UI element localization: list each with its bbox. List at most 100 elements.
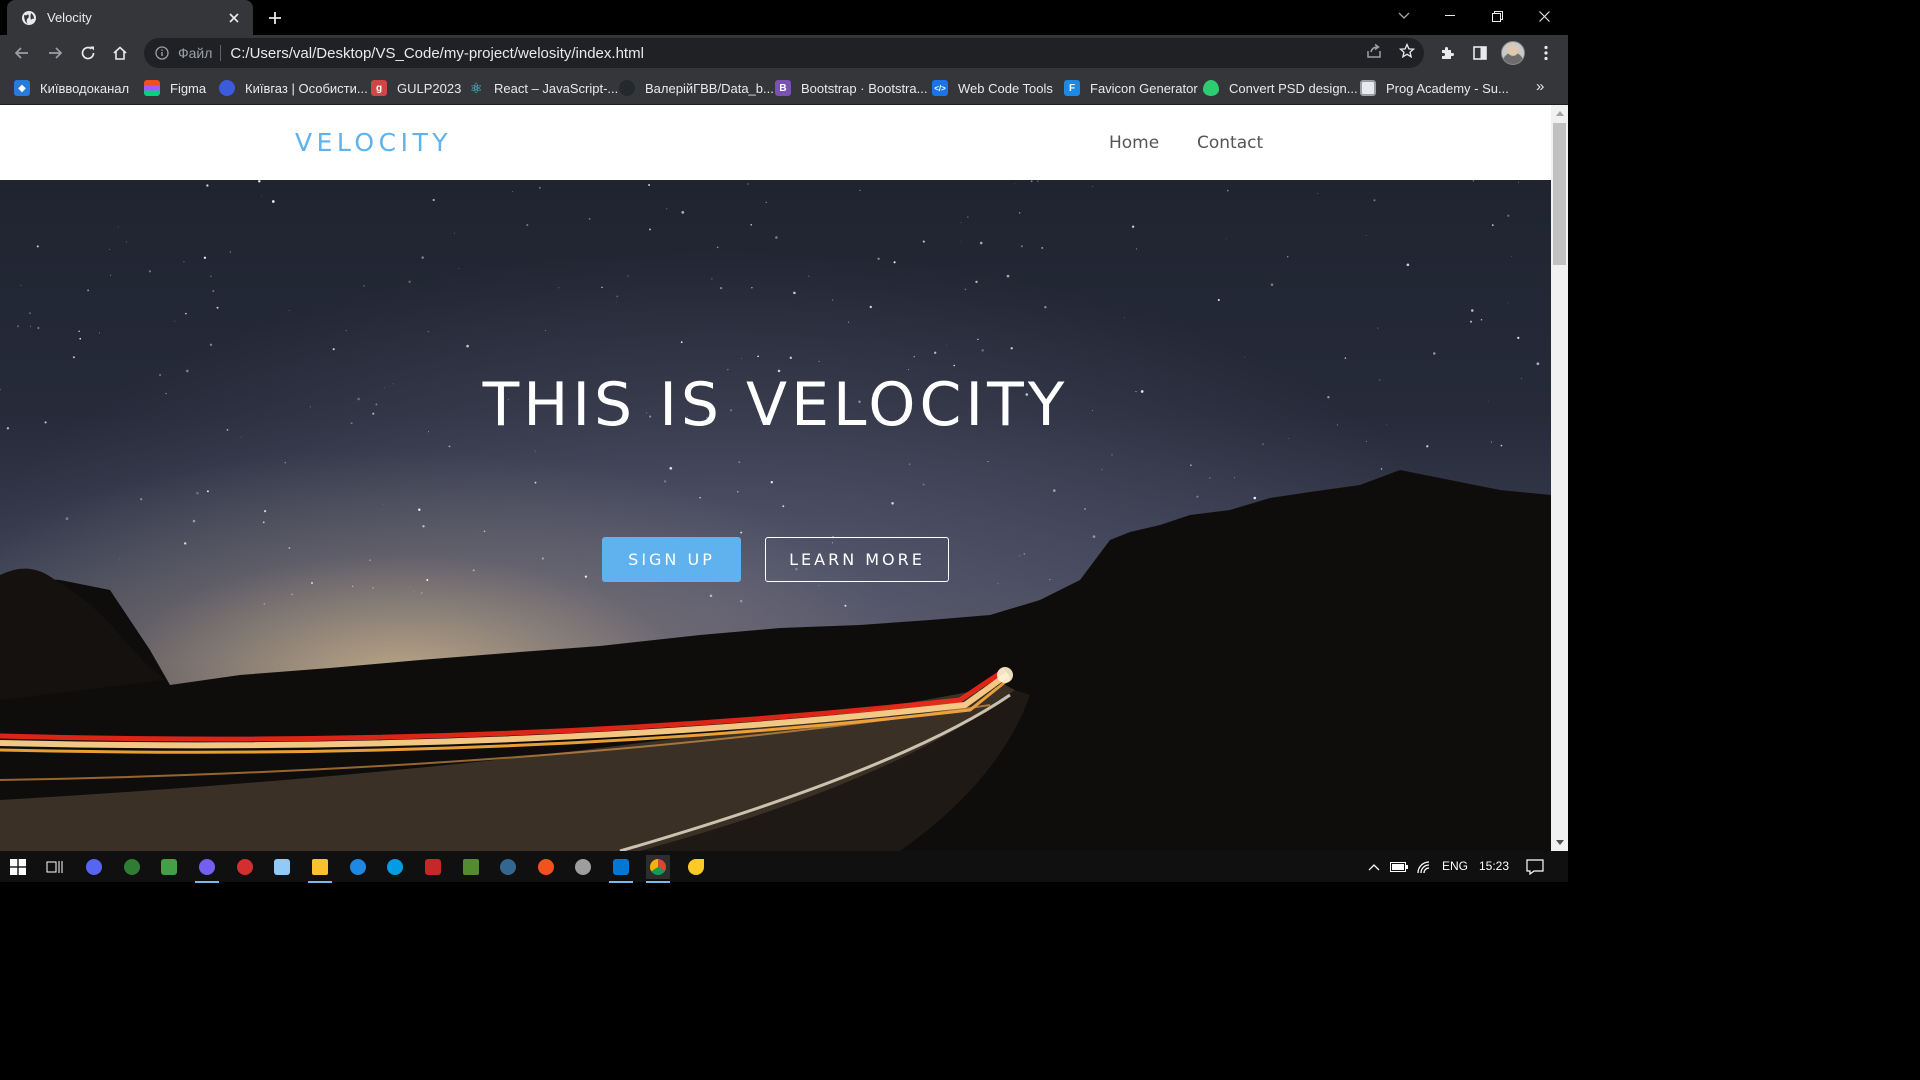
github-icon: [619, 80, 635, 96]
app-icon[interactable]: [346, 855, 370, 879]
tab-title: Velocity: [47, 10, 92, 25]
scrollbar-thumb[interactable]: [1553, 123, 1566, 265]
viber-icon[interactable]: [195, 855, 219, 883]
app-icon[interactable]: [459, 855, 483, 879]
kyivvodokanal-icon: ◆: [14, 80, 30, 96]
bookmark-item[interactable]: ◆ Київводоканал: [14, 77, 129, 99]
chevron-up-icon[interactable]: [1362, 855, 1386, 879]
share-icon[interactable]: [1362, 39, 1386, 63]
hero-background-image: [0, 180, 1551, 851]
page-scrollbar[interactable]: [1551, 105, 1568, 851]
bookmark-item[interactable]: Convert PSD design...: [1203, 77, 1358, 99]
bookmark-item[interactable]: B Bootstrap · Bootstra...: [775, 77, 927, 99]
app-icon[interactable]: [684, 855, 708, 879]
sign-up-button[interactable]: SIGN UP: [602, 537, 741, 582]
hero-section: THIS IS VELOCITY SIGN UP LEARN MORE: [0, 180, 1551, 851]
menu-kebab-icon[interactable]: [1531, 38, 1561, 68]
reload-button[interactable]: [73, 38, 103, 68]
extensions-icon[interactable]: [1432, 38, 1462, 68]
bookmarks-bar: ◆ Київводоканал Figma Київгаз | Особисти…: [0, 71, 1568, 105]
minimize-button[interactable]: [1427, 0, 1473, 32]
react-icon: ⚛: [469, 79, 483, 96]
app-icon[interactable]: [157, 855, 181, 879]
bookmark-item[interactable]: </> Web Code Tools: [932, 77, 1053, 99]
prog-academy-icon: [1360, 80, 1376, 96]
gulp-icon: g: [371, 80, 387, 96]
back-button[interactable]: [7, 38, 37, 68]
app-icon[interactable]: [383, 855, 407, 879]
address-url[interactable]: C:/Users/val/Desktop/VS_Code/my-project/…: [230, 45, 643, 62]
site-logo[interactable]: VELOCITY: [295, 128, 452, 157]
kyivgaz-icon: [219, 80, 235, 96]
forward-button[interactable]: [40, 38, 70, 68]
scroll-down-arrow-icon[interactable]: [1551, 834, 1568, 851]
bookmark-label: GULP2023: [397, 80, 462, 96]
bookmark-label: Convert PSD design...: [1229, 80, 1358, 96]
browser-tab[interactable]: Velocity: [7, 0, 253, 35]
app-icon[interactable]: [233, 855, 257, 879]
chrome-icon[interactable]: [646, 855, 670, 883]
info-icon[interactable]: [154, 45, 170, 61]
globe-icon: [21, 10, 37, 26]
bookmark-item[interactable]: Figma: [144, 77, 206, 99]
bookmark-label: Київгаз | Особисти...: [245, 80, 368, 96]
close-icon[interactable]: [225, 9, 243, 27]
bookmark-label: Web Code Tools: [958, 80, 1053, 96]
file-explorer-icon[interactable]: [308, 855, 332, 883]
close-window-button[interactable]: [1521, 0, 1567, 32]
bookmark-label: Favicon Generator: [1090, 80, 1198, 96]
bookmark-item[interactable]: F Favicon Generator: [1064, 77, 1198, 99]
profile-avatar[interactable]: [1501, 41, 1525, 65]
app-icon[interactable]: [571, 855, 595, 879]
app-icon[interactable]: [120, 855, 144, 879]
vscode-icon[interactable]: [609, 855, 633, 883]
battery-icon[interactable]: [1387, 855, 1411, 879]
bookmark-item[interactable]: ВалерійГВВ/Data_b...: [619, 77, 774, 99]
language-indicator[interactable]: ENG: [1442, 859, 1468, 873]
windows-taskbar: ENG 15:23: [0, 851, 1568, 883]
app-icon[interactable]: [534, 855, 558, 879]
browser-toolbar: Файл C:/Users/val/Desktop/VS_Code/my-pro…: [0, 35, 1568, 71]
nav-link-contact[interactable]: Contact: [1197, 133, 1263, 153]
bookmark-label: Prog Academy - Su...: [1386, 80, 1509, 96]
bookmark-item[interactable]: g GULP2023: [371, 77, 461, 99]
address-bar[interactable]: Файл C:/Users/val/Desktop/VS_Code/my-pro…: [144, 38, 1424, 68]
bootstrap-icon: B: [775, 80, 791, 96]
tab-search-button[interactable]: [1381, 0, 1427, 32]
new-tab-button[interactable]: [262, 5, 288, 31]
bookmark-label: ВалерійГВВ/Data_b...: [645, 80, 774, 96]
task-view-icon[interactable]: [43, 855, 67, 879]
home-button[interactable]: [105, 38, 135, 68]
bookmark-label: Київводоканал: [40, 80, 130, 96]
figma-icon: [144, 80, 160, 96]
clock[interactable]: 15:23: [1479, 859, 1509, 873]
windows-start-icon[interactable]: [6, 855, 30, 879]
bookmark-label: React – JavaScript-...: [494, 80, 619, 96]
app-icon[interactable]: [270, 855, 294, 879]
notifications-icon[interactable]: [1523, 855, 1547, 879]
page-viewport: VELOCITY Home Contact THIS IS VELOCITY S…: [0, 105, 1551, 851]
bookmark-label: Bootstrap · Bootstra...: [801, 80, 928, 96]
convert-psd-icon: [1203, 80, 1219, 96]
tab-strip: Velocity: [0, 0, 1568, 35]
hero-title: THIS IS VELOCITY: [482, 370, 1069, 440]
restore-button[interactable]: [1474, 0, 1520, 32]
chevron-double-right-icon[interactable]: »: [1536, 78, 1554, 98]
bookmark-item[interactable]: Київгаз | Особисти...: [219, 77, 368, 99]
webcodetools-icon: </>: [932, 80, 948, 96]
site-header: VELOCITY Home Contact: [0, 105, 1551, 180]
bookmark-item[interactable]: Prog Academy - Su...: [1360, 77, 1509, 99]
scroll-up-arrow-icon[interactable]: [1551, 105, 1568, 122]
side-panel-icon[interactable]: [1465, 38, 1495, 68]
bookmark-item[interactable]: ⚛ React – JavaScript-...: [468, 77, 619, 99]
favicon-generator-icon: F: [1064, 80, 1080, 96]
wifi-icon[interactable]: [1412, 855, 1436, 879]
bookmark-star-icon[interactable]: [1395, 39, 1419, 63]
bookmark-label: Figma: [170, 80, 207, 96]
address-divider: [220, 45, 222, 61]
app-icon[interactable]: [496, 855, 520, 879]
discord-icon[interactable]: [82, 855, 106, 879]
learn-more-button[interactable]: LEARN MORE: [765, 537, 949, 582]
app-icon[interactable]: [421, 855, 445, 879]
nav-link-home[interactable]: Home: [1109, 133, 1159, 153]
